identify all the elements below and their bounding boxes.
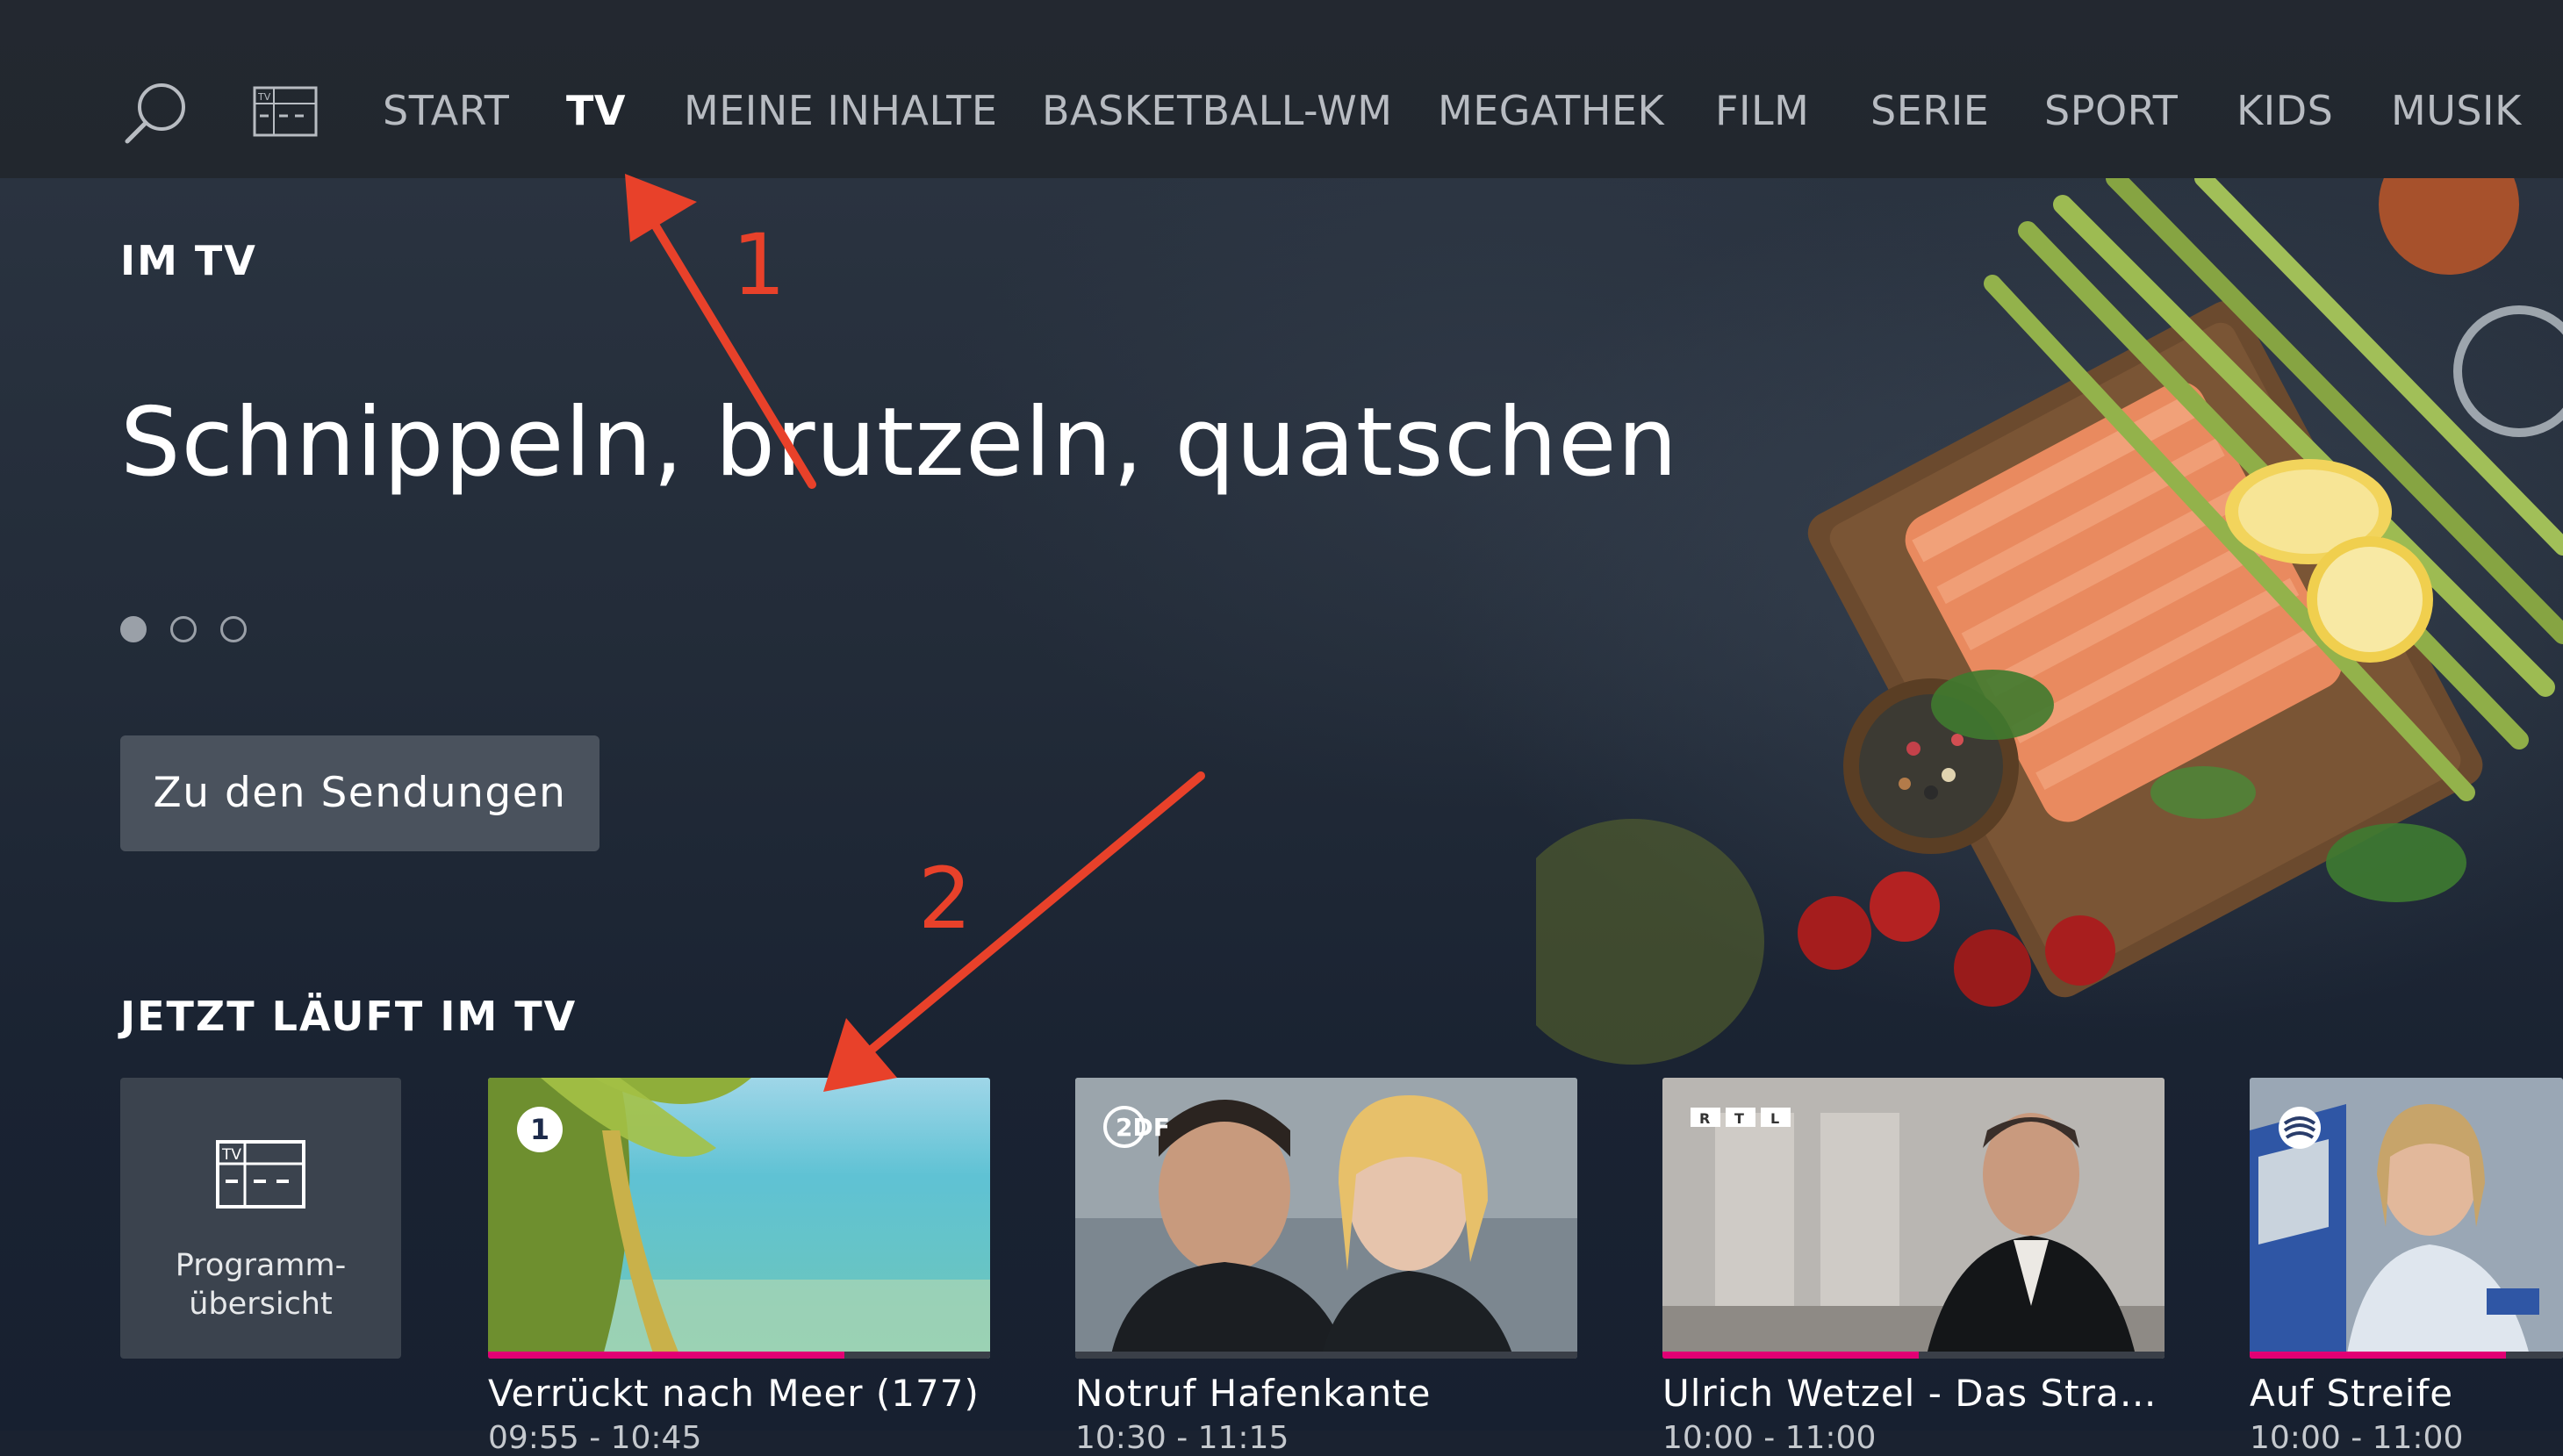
zu-den-sendungen-button[interactable]: Zu den Sendungen bbox=[120, 735, 599, 851]
program-tile-icon-text: TV bbox=[221, 1146, 241, 1164]
live-section-label: JETZT LÄUFT IM TV bbox=[120, 993, 578, 1040]
hero-title: Schnippeln, brutzeln, quatschen bbox=[120, 388, 1679, 498]
nav-item-film[interactable]: FILM bbox=[1715, 84, 1809, 137]
carousel-dot-1[interactable] bbox=[120, 616, 147, 642]
live-card-3-progress-track bbox=[1662, 1352, 2165, 1359]
hero-section-label: IM TV bbox=[120, 237, 257, 284]
annotation-marker-1: 1 bbox=[732, 216, 786, 314]
live-card-2[interactable]: 2DF bbox=[1075, 1078, 1577, 1359]
live-card-2-time: 10:30 - 11:15 bbox=[1075, 1420, 1289, 1456]
tv-guide-icon: TV bbox=[216, 1140, 305, 1209]
search-icon[interactable] bbox=[123, 81, 188, 149]
svg-text:1: 1 bbox=[530, 1113, 549, 1146]
programmuebersicht-label: Programm- übersicht bbox=[175, 1248, 347, 1322]
svg-text:2DF: 2DF bbox=[1116, 1113, 1170, 1142]
live-card-3-progress bbox=[1662, 1352, 1919, 1359]
nav-item-musik[interactable]: MUSIK bbox=[2391, 84, 2522, 137]
nav-item-start[interactable]: START bbox=[383, 84, 509, 137]
tv-guide-icon-text: TV bbox=[257, 91, 271, 103]
nav-item-kids[interactable]: KIDS bbox=[2236, 84, 2333, 137]
live-card-4-title: Auf Streife bbox=[2250, 1372, 2454, 1415]
live-card-3[interactable]: R T L bbox=[1662, 1078, 2165, 1359]
svg-text:L: L bbox=[1770, 1110, 1779, 1127]
live-card-1-time: 09:55 - 10:45 bbox=[488, 1420, 702, 1456]
live-card-4-time: 10:00 - 11:00 bbox=[2250, 1420, 2464, 1456]
nav-item-tv[interactable]: TV bbox=[566, 84, 626, 137]
svg-text:T: T bbox=[1734, 1110, 1744, 1127]
nav-item-basketball-wm[interactable]: BASKETBALL-WM bbox=[1042, 84, 1392, 137]
zdf-logo-icon: 2DF bbox=[1103, 1106, 1170, 1148]
carousel-dot-2[interactable] bbox=[170, 616, 197, 642]
live-card-4-progress bbox=[2250, 1352, 2506, 1359]
nav-item-serie[interactable]: SERIE bbox=[1870, 84, 1989, 137]
ard-logo-icon: 1 bbox=[517, 1107, 563, 1152]
live-card-1-progress bbox=[488, 1352, 844, 1359]
sat1-logo-icon bbox=[2279, 1107, 2321, 1149]
carousel-dot-3[interactable] bbox=[220, 616, 247, 642]
nav-item-sport[interactable]: SPORT bbox=[2044, 84, 2178, 137]
nav-item-megathek[interactable]: MEGATHEK bbox=[1438, 84, 1664, 137]
rtl-logo-icon: R T L bbox=[1691, 1108, 1791, 1127]
live-card-1[interactable]: 1 bbox=[488, 1078, 990, 1359]
annotation-marker-2: 2 bbox=[918, 850, 973, 948]
svg-text:R: R bbox=[1699, 1110, 1710, 1127]
live-card-4-progress-track bbox=[2250, 1352, 2563, 1359]
live-card-2-progress-track bbox=[1075, 1352, 1577, 1359]
programmuebersicht-tile[interactable]: TV Programm- übersicht bbox=[120, 1078, 401, 1359]
live-card-3-title: Ulrich Wetzel - Das Stra… bbox=[1662, 1372, 2157, 1415]
live-card-4[interactable] bbox=[2250, 1078, 2563, 1359]
hero-food-image bbox=[1536, 178, 2563, 1065]
live-card-1-title: Verrückt nach Meer (177) bbox=[488, 1372, 980, 1415]
nav-item-meine-inhalte[interactable]: MEINE INHALTE bbox=[684, 84, 997, 137]
live-card-2-title: Notruf Hafenkante bbox=[1075, 1372, 1432, 1415]
live-card-3-time: 10:00 - 11:00 bbox=[1662, 1420, 1877, 1456]
tv-guide-icon[interactable]: TV bbox=[253, 86, 318, 140]
live-card-1-progress-track bbox=[488, 1352, 990, 1359]
top-navigation-bar: TV START TV MEINE INHALTE BASKETBALL-WM … bbox=[0, 0, 2563, 178]
